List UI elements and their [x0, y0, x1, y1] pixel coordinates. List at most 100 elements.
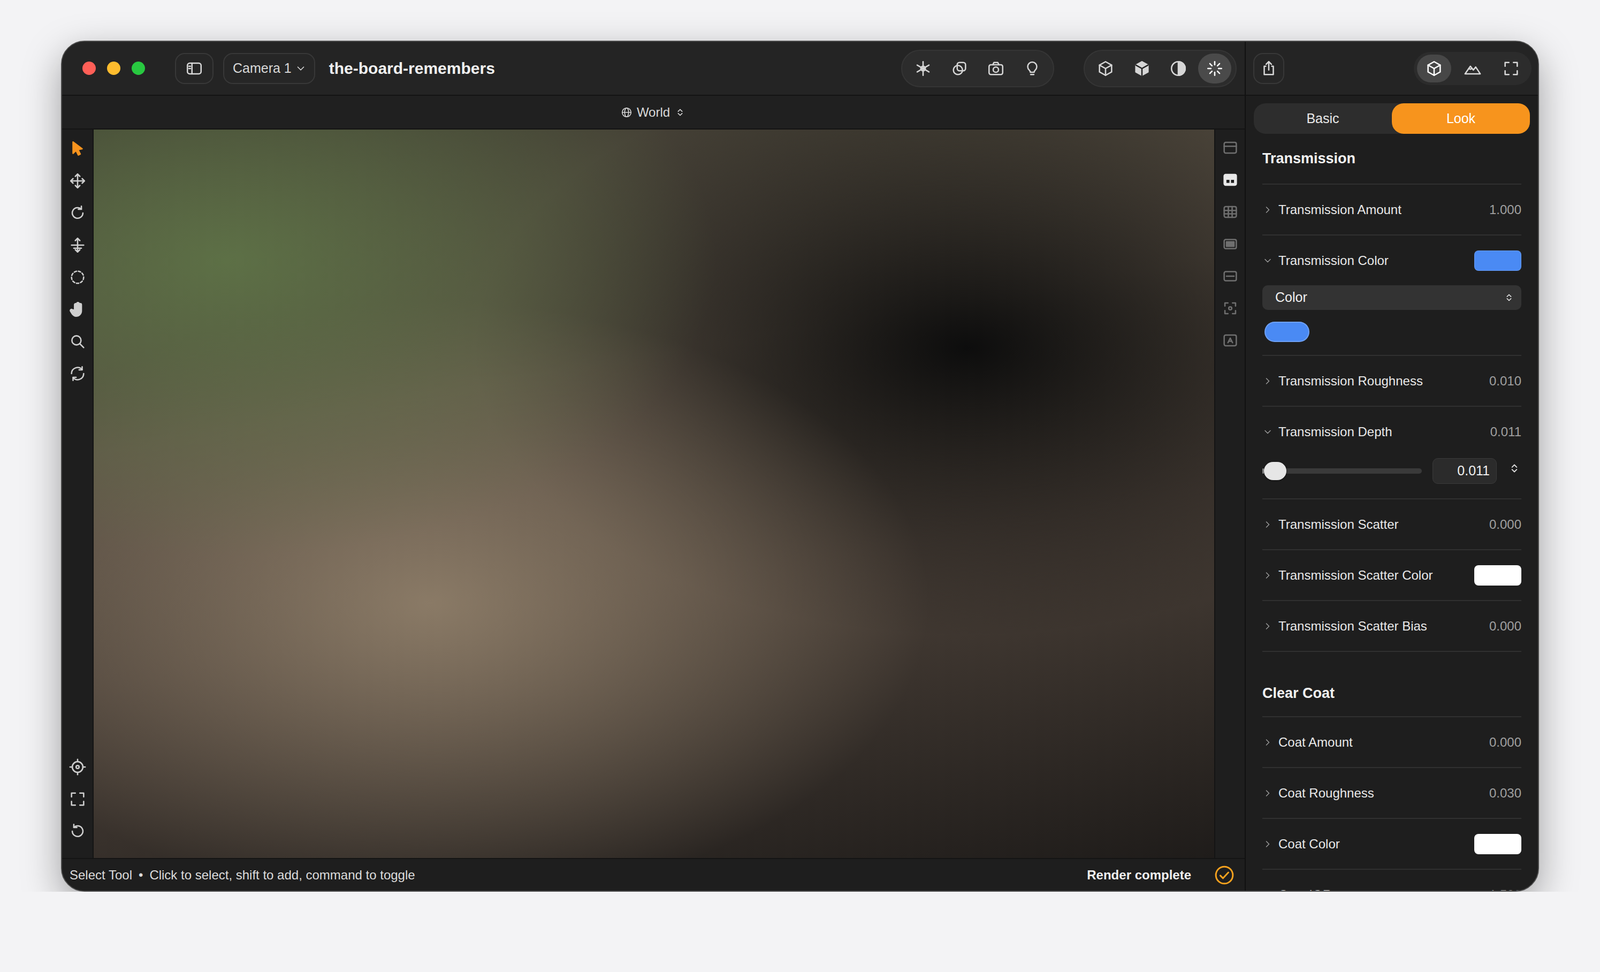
toolbar-button[interactable] [906, 53, 940, 84]
status-tool: Select Tool [69, 865, 133, 885]
inspector-tab[interactable]: Look [1391, 103, 1530, 134]
property-header[interactable]: Transmission Scatter Bias0.000 [1262, 600, 1522, 651]
property-section: TransmissionTransmission Amount1.000Tran… [1253, 133, 1530, 652]
color-mode-label: Color [1275, 287, 1308, 308]
property-header[interactable]: Transmission Scatter0.000 [1262, 499, 1522, 550]
tool-button[interactable] [65, 297, 90, 322]
view-layout-button[interactable] [1219, 200, 1241, 224]
sidebar-toggle-button[interactable] [174, 52, 214, 85]
property-value: 0.011 [1490, 422, 1522, 442]
property-header[interactable]: Coat Roughness0.030 [1262, 767, 1522, 818]
tool-button[interactable] [65, 233, 90, 257]
render-viewport[interactable] [93, 129, 1215, 858]
toolbar-button[interactable] [942, 53, 977, 84]
check-circle-icon [1213, 864, 1236, 886]
toolbar-button[interactable] [1015, 53, 1049, 84]
view-layout-button[interactable] [1219, 328, 1241, 353]
property-row: Transmission Scatter Bias0.000 [1262, 600, 1522, 652]
color-well[interactable] [1264, 321, 1310, 342]
inspector-mode-button[interactable] [1455, 54, 1490, 83]
toolbar-button[interactable] [1161, 53, 1195, 84]
layout-icon [1221, 299, 1240, 318]
status-separator: • [138, 865, 143, 885]
share-button[interactable] [1253, 52, 1285, 85]
inspector-body: BasicLookTransmissionTransmission Amount… [1245, 95, 1538, 891]
tool-button[interactable] [65, 201, 90, 225]
view-tool-button[interactable] [65, 787, 90, 811]
tool-button[interactable] [65, 136, 90, 161]
property-row: Coat Roughness0.030 [1262, 767, 1522, 819]
property-header[interactable]: Transmission Amount1.000 [1262, 184, 1522, 235]
tool-button[interactable] [65, 265, 90, 289]
layout-icon [1221, 138, 1240, 157]
up-down-chevron-icon [674, 106, 687, 119]
view-layout-button[interactable] [1219, 168, 1241, 192]
property-editor: Color [1262, 285, 1522, 355]
tool-button[interactable] [65, 329, 90, 354]
camera-icon [986, 59, 1005, 78]
section-title: Transmission [1262, 133, 1522, 185]
toolbar-button[interactable] [1198, 53, 1232, 84]
color-swatch[interactable] [1474, 833, 1522, 855]
property-value: 0.030 [1489, 783, 1522, 803]
layout-icon [1221, 202, 1240, 222]
property-label: Coat Color [1278, 834, 1469, 854]
inspector-tab[interactable]: Basic [1253, 103, 1392, 134]
view-layout-button[interactable] [1219, 264, 1241, 288]
property-header[interactable]: Coat Color [1262, 818, 1522, 869]
property-header[interactable]: Transmission Depth0.011 [1262, 406, 1522, 457]
view-tool-button[interactable] [65, 755, 90, 779]
view-tool-button[interactable] [65, 819, 90, 843]
app-window: Camera 1the-board-remembers World Select… [61, 40, 1539, 892]
inspector-mode-button[interactable] [1494, 54, 1529, 83]
property-header[interactable]: Transmission Color [1262, 235, 1522, 286]
color-swatch[interactable] [1474, 250, 1522, 271]
property-row: Coat Color [1262, 818, 1522, 870]
window-control-button[interactable] [82, 61, 96, 75]
chevron-icon [1262, 838, 1274, 850]
color-swatch[interactable] [1474, 565, 1522, 586]
space-label: World [636, 102, 670, 123]
property-label: Transmission Depth [1278, 422, 1485, 442]
color-mode-select[interactable]: Color [1262, 285, 1522, 310]
environment-icon [1463, 59, 1482, 78]
view-layout-button[interactable] [1219, 296, 1241, 320]
slider-row: 0.011 [1262, 456, 1522, 486]
property-header[interactable]: Coat IOR1.500 [1262, 869, 1522, 891]
light-bulb-icon [1023, 59, 1042, 78]
view-layout-button[interactable] [1219, 232, 1241, 256]
property-header[interactable]: Transmission Roughness0.010 [1262, 355, 1522, 406]
target-icon [68, 757, 87, 776]
slider-knob[interactable] [1263, 461, 1287, 480]
property-row: Transmission Amount1.000 [1262, 184, 1522, 236]
property-header[interactable]: Coat Amount0.000 [1262, 717, 1522, 767]
title-bar: Camera 1the-board-remembers [62, 41, 1245, 96]
main-column: Camera 1the-board-remembers World Select… [62, 41, 1245, 891]
slider-track[interactable] [1262, 468, 1422, 474]
property-row: Transmission Roughness0.010 [1262, 355, 1522, 407]
toolbar-button[interactable] [1088, 53, 1123, 84]
chevron-icon [1262, 255, 1274, 266]
tool-button[interactable] [65, 361, 90, 386]
window-control-button[interactable] [131, 61, 146, 75]
property-value: 1.000 [1489, 200, 1522, 220]
render-status: Render complete [1086, 865, 1192, 885]
chevron-icon [1262, 426, 1274, 438]
view-layout-button[interactable] [1219, 135, 1241, 160]
camera-menu-button[interactable]: Camera 1 [223, 52, 316, 85]
up-down-chevron-icon [1503, 291, 1515, 304]
property-row: Coat Amount0.000 [1262, 717, 1522, 768]
toolbar-button[interactable] [979, 53, 1013, 84]
value-field[interactable]: 0.011 [1432, 458, 1497, 484]
property-row: Transmission Scatter0.000 [1262, 499, 1522, 551]
property-label: Transmission Scatter Bias [1278, 616, 1484, 636]
chevron-down-icon [294, 62, 307, 75]
chevron-icon [1262, 204, 1274, 216]
inspector-mode-button[interactable] [1416, 54, 1452, 83]
value-stepper[interactable] [1507, 456, 1522, 486]
tool-button[interactable] [65, 169, 90, 193]
toolbar-button[interactable] [1125, 53, 1159, 84]
space-menu-button[interactable]: World [620, 102, 687, 123]
property-header[interactable]: Transmission Scatter Color [1262, 550, 1522, 600]
window-control-button[interactable] [107, 61, 121, 75]
